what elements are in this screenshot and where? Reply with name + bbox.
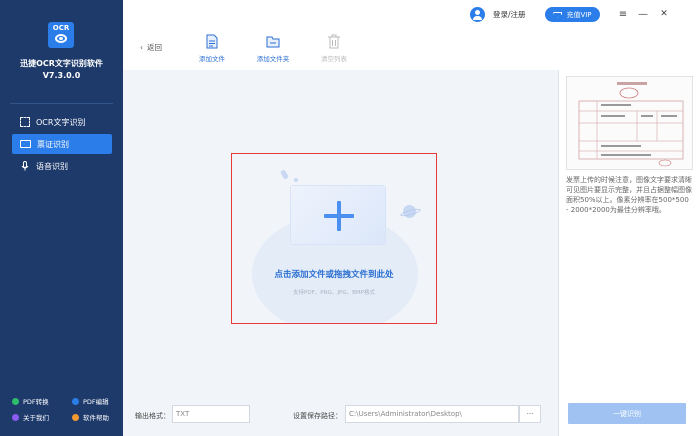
chevron-left-icon: ‹ — [140, 43, 143, 52]
sidebar-item-ticket[interactable]: 票证识别 — [12, 134, 112, 154]
plus-icon-bar — [324, 214, 354, 218]
eye-icon — [55, 34, 67, 43]
back-button[interactable]: ‹ 返回 — [140, 42, 162, 53]
menu-button[interactable]: ≡ — [616, 7, 630, 21]
user-avatar-icon — [470, 7, 485, 22]
card-icon — [20, 140, 31, 148]
add-file-label: 添加文件 — [199, 55, 225, 63]
recognize-button[interactable]: 一键识别 — [568, 403, 686, 424]
save-path-input[interactable]: C:\Users\Administrator\Desktop\ — [345, 405, 519, 423]
output-format-select[interactable]: TXT — [172, 405, 250, 423]
sidebar-divider — [10, 103, 113, 104]
close-button[interactable]: ✕ — [657, 7, 671, 21]
link-label: 软件帮助 — [83, 414, 109, 422]
footer-bar: 输出格式： TXT 设置保存路径： C:\Users\Administrator… — [123, 400, 558, 436]
mic-icon — [20, 161, 30, 171]
vip-label: 充值VIP — [566, 10, 592, 19]
add-folder-button[interactable]: 添加文件夹 — [248, 34, 298, 63]
clear-list-label: 清空列表 — [321, 55, 347, 63]
link-label: PDF编辑 — [83, 398, 109, 406]
sidebar-item-ocr[interactable]: OCR文字识别 — [12, 112, 112, 132]
dropzone-title: 点击添加文件或拖拽文件到此处 — [274, 270, 394, 280]
sidebar-item-label: OCR文字识别 — [36, 117, 86, 127]
app-name: 迅捷OCR文字识别软件 — [20, 59, 103, 68]
add-file-icon — [206, 34, 218, 49]
login-label: 登录/注册 — [493, 10, 526, 19]
pdf-convert-icon — [12, 397, 19, 405]
pdf-convert-link[interactable]: PDF转换 — [12, 396, 49, 406]
title-bar: 登录/注册 充值VIP ≡ — ✕ — [123, 0, 700, 30]
browse-button[interactable]: ··· — [519, 405, 541, 423]
folder-icon — [266, 36, 280, 48]
help-link[interactable]: 软件帮助 — [72, 412, 109, 422]
add-file-button[interactable]: 添加文件 — [187, 34, 237, 63]
decoration-shape — [280, 169, 289, 180]
sidebar-item-label: 票证识别 — [37, 139, 69, 149]
link-label: PDF转换 — [23, 398, 49, 406]
upload-card — [290, 185, 386, 245]
right-panel: 发票上传的时候注意，图像文字要求清晰可见图片要显示完整，并且占据整幅图像面积50… — [558, 70, 700, 436]
decoration-dot — [294, 178, 298, 182]
app-version: V7.3.0.0 — [42, 71, 81, 80]
dropzone-subtitle: 支持PDF、PNG、JPG、BMP格式 — [293, 290, 375, 296]
minimize-button[interactable]: — — [636, 7, 650, 21]
sidebar-item-label: 语音识别 — [36, 161, 68, 171]
pdf-edit-icon — [72, 397, 79, 405]
link-label: 关于我们 — [23, 414, 49, 422]
about-link[interactable]: 关于我们 — [12, 412, 49, 422]
invoice-sample-image — [566, 76, 693, 170]
trash-icon — [328, 34, 340, 49]
logo-text: OCR — [52, 24, 70, 32]
scan-icon — [20, 117, 30, 127]
dropzone[interactable]: 点击添加文件或拖拽文件到此处 支持PDF、PNG、JPG、BMP格式 — [231, 153, 437, 324]
save-path-label: 设置保存路径： — [293, 412, 342, 420]
app-logo: OCR — [48, 22, 74, 48]
login-button[interactable]: 登录/注册 — [470, 7, 526, 22]
diamond-icon — [553, 11, 563, 18]
planet-icon — [403, 205, 416, 218]
clear-list-button[interactable]: 清空列表 — [309, 34, 359, 63]
output-format-label: 输出格式： — [135, 412, 170, 420]
file-list-area: 点击添加文件或拖拽文件到此处 支持PDF、PNG、JPG、BMP格式 — [123, 70, 558, 400]
about-icon — [12, 413, 19, 421]
sidebar-item-voice[interactable]: 语音识别 — [12, 156, 112, 176]
invoice-illustration — [567, 77, 692, 169]
dropzone-illustration — [232, 154, 436, 323]
help-icon — [72, 413, 79, 421]
sidebar: OCR 迅捷OCR文字识别软件 V7.3.0.0 OCR文字识别 票证识别 语音… — [0, 0, 123, 436]
toolbar: ‹ 返回 添加文件 添加文件夹 清空列表 — [123, 30, 558, 70]
add-folder-label: 添加文件夹 — [256, 55, 290, 63]
vip-button[interactable]: 充值VIP — [545, 7, 600, 22]
pdf-edit-link[interactable]: PDF编辑 — [72, 396, 109, 406]
back-label: 返回 — [147, 43, 162, 52]
upload-hint-text: 发票上传的时候注意，图像文字要求清晰可见图片要显示完整，并且占据整幅图像面积50… — [566, 176, 692, 214]
